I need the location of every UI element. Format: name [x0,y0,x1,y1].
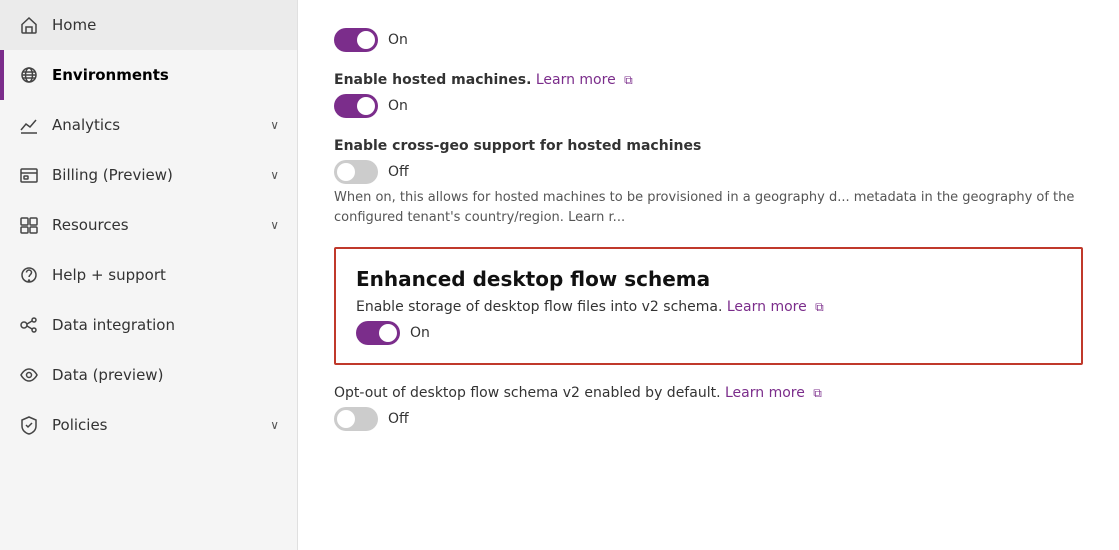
sidebar-label-policies: Policies [52,416,270,434]
cross-geo-toggle-label: Off [388,164,409,180]
enhanced-schema-title: Enhanced desktop flow schema [356,267,1061,291]
sidebar-item-environments[interactable]: Environments [0,50,297,100]
hosted-machines-label: Enable hosted machines. Learn more ⧉ [334,72,1083,88]
data-integration-icon [18,314,40,336]
sidebar-item-help[interactable]: Help + support [0,250,297,300]
enhanced-desktop-flow-schema-section: Enhanced desktop flow schema Enable stor… [334,247,1083,365]
opt-out-toggle-label: Off [388,411,409,427]
cross-geo-label: Enable cross-geo support for hosted mach… [334,138,1083,154]
policies-icon [18,414,40,436]
analytics-chevron-icon: ∨ [270,118,279,132]
help-icon [18,264,40,286]
sidebar-label-data-integration: Data integration [52,316,279,334]
cross-geo-label-text: Enable cross-geo support for hosted mach… [334,138,701,154]
resources-chevron-icon: ∨ [270,218,279,232]
resources-icon [18,214,40,236]
home-icon [18,14,40,36]
sidebar-item-home[interactable]: Home [0,0,297,50]
sidebar-label-analytics: Analytics [52,116,270,134]
sidebar-item-analytics[interactable]: Analytics ∨ [0,100,297,150]
setting-row-top-toggle: On [334,28,1083,52]
enhanced-schema-external-icon: ⧉ [815,300,824,315]
enhanced-schema-toggle-label: On [410,325,430,341]
sidebar-label-home: Home [52,16,279,34]
sidebar-label-help: Help + support [52,266,279,284]
sidebar-item-policies[interactable]: Policies ∨ [0,400,297,450]
opt-out-external-icon: ⧉ [813,386,822,401]
billing-chevron-icon: ∨ [270,168,279,182]
cross-geo-toggle-thumb [337,163,355,181]
enhanced-schema-toggle[interactable] [356,321,400,345]
top-toggle-thumb [357,31,375,49]
setting-row-hosted-machines: Enable hosted machines. Learn more ⧉ On [334,72,1083,118]
opt-out-label-text: Opt-out of desktop flow schema v2 enable… [334,385,721,401]
enhanced-schema-label-text: Enable storage of desktop flow files int… [356,299,722,315]
setting-row-cross-geo: Enable cross-geo support for hosted mach… [334,138,1083,227]
hosted-machines-learn-more-link[interactable]: Learn more [536,72,616,88]
data-preview-icon [18,364,40,386]
opt-out-label: Opt-out of desktop flow schema v2 enable… [334,385,1083,401]
sidebar-label-environments: Environments [52,66,279,84]
analytics-icon [18,114,40,136]
hosted-machines-external-icon: ⧉ [624,73,633,88]
policies-chevron-icon: ∨ [270,418,279,432]
sidebar-item-data-integration[interactable]: Data integration [0,300,297,350]
setting-row-opt-out: Opt-out of desktop flow schema v2 enable… [334,385,1083,431]
sidebar-item-resources[interactable]: Resources ∨ [0,200,297,250]
sidebar: Home Environments Analytics ∨ [0,0,298,550]
top-toggle-label: On [388,32,408,48]
sidebar-item-data-preview[interactable]: Data (preview) [0,350,297,400]
sidebar-label-resources: Resources [52,216,270,234]
top-toggle[interactable] [334,28,378,52]
sidebar-label-data-preview: Data (preview) [52,366,279,384]
cross-geo-toggle[interactable] [334,160,378,184]
opt-out-learn-more-link[interactable]: Learn more [725,385,805,401]
main-content: On Enable hosted machines. Learn more ⧉ … [298,0,1119,550]
hosted-machines-label-text: Enable hosted machines. [334,72,531,88]
opt-out-toggle-thumb [337,410,355,428]
hosted-machines-toggle[interactable] [334,94,378,118]
enhanced-schema-toggle-thumb [379,324,397,342]
enhanced-schema-learn-more-link[interactable]: Learn more [727,299,807,315]
enhanced-schema-label: Enable storage of desktop flow files int… [356,299,1061,315]
cross-geo-learn-more-link[interactable]: Learn r... [568,210,625,225]
cross-geo-description: When on, this allows for hosted machines… [334,188,1083,227]
hosted-machines-toggle-label: On [388,98,408,114]
hosted-machines-toggle-thumb [357,97,375,115]
billing-icon [18,164,40,186]
opt-out-toggle[interactable] [334,407,378,431]
sidebar-label-billing: Billing (Preview) [52,166,270,184]
sidebar-item-billing[interactable]: Billing (Preview) ∨ [0,150,297,200]
globe-icon [18,64,40,86]
